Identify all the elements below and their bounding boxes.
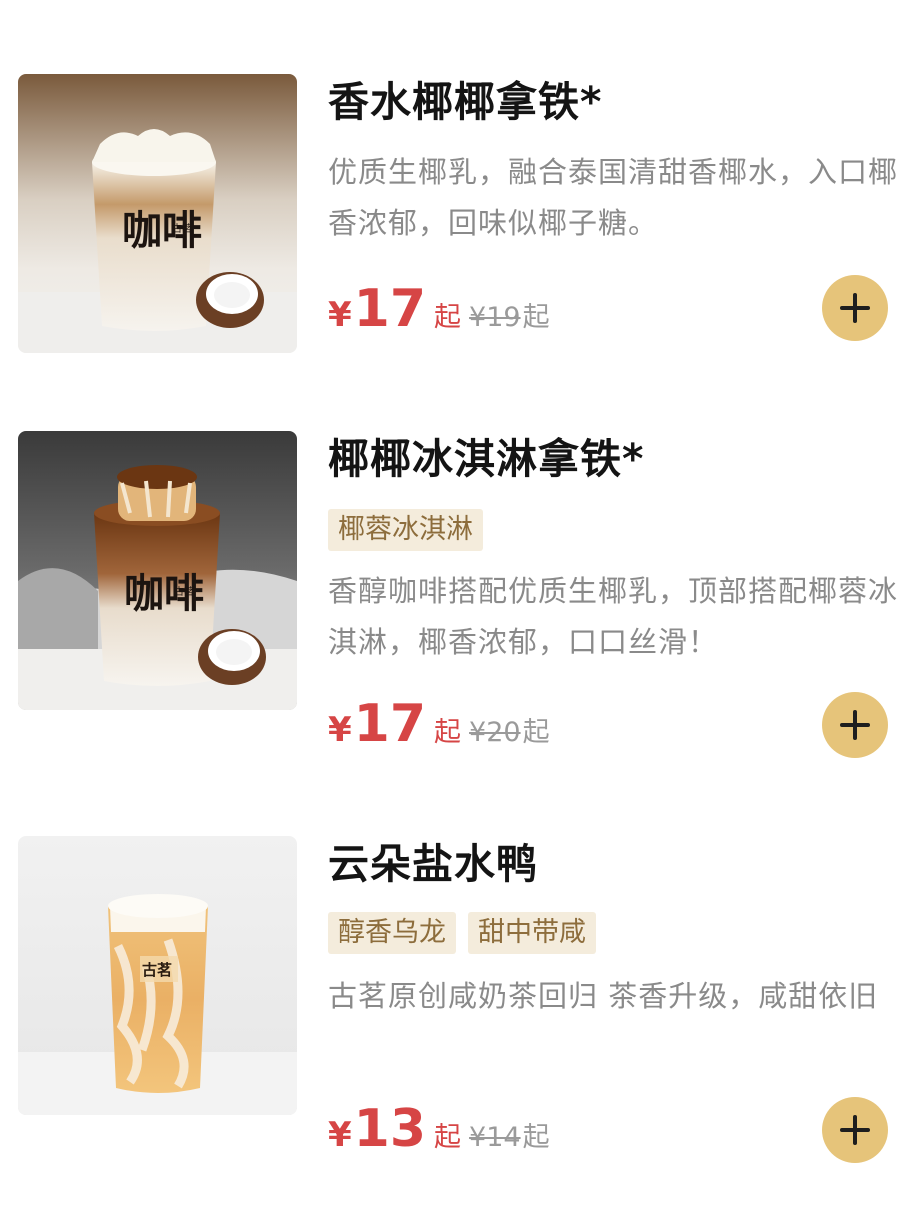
- salted-oolong-milk-tea-image: 古茗: [18, 836, 297, 1115]
- original-price-suffix: 起: [522, 302, 550, 333]
- price-row: ¥ 17 起 ¥19 起: [328, 279, 550, 339]
- cup-brand-mark: 古茗: [142, 961, 172, 979]
- price-suffix: 起: [434, 717, 462, 748]
- product-description: 优质生椰乳，融合泰国清甜香椰水，入口椰香浓郁，回味似椰子糖。: [328, 155, 899, 240]
- coconut-latte-image: 咖啡 古茗: [18, 74, 297, 353]
- current-price: 17: [353, 694, 427, 754]
- product-tag: 甜中带咸: [468, 912, 596, 954]
- product-description: 古茗原创咸奶茶回归 茶香升级，咸甜依旧: [328, 979, 879, 1013]
- original-price: ¥19: [469, 302, 521, 333]
- ice-cream-latte-image: 咖啡 古茗: [18, 431, 297, 710]
- currency-symbol: ¥: [328, 710, 352, 750]
- currency-symbol: ¥: [328, 295, 352, 335]
- current-price: 17: [353, 279, 427, 339]
- product-name: 香水椰椰拿铁*: [328, 78, 603, 126]
- original-price: ¥20: [469, 717, 521, 748]
- original-price-suffix: 起: [522, 1122, 550, 1153]
- tag-list: 椰蓉冰淇淋: [328, 509, 483, 551]
- product-name: 云朵盐水鸭: [328, 840, 538, 888]
- cup-brand-mark: 古茗: [174, 585, 194, 598]
- original-price-suffix: 起: [522, 717, 550, 748]
- price-suffix: 起: [434, 1122, 462, 1153]
- product-description: 香醇咖啡搭配优质生椰乳，顶部搭配椰蓉冰淇淋，椰香浓郁，口口丝滑！: [328, 574, 899, 659]
- product-image[interactable]: 咖啡 古茗: [18, 74, 297, 353]
- add-to-cart-button[interactable]: [822, 275, 888, 341]
- product-tag: 椰蓉冰淇淋: [328, 509, 483, 551]
- add-to-cart-button[interactable]: [822, 692, 888, 758]
- product-image[interactable]: 咖啡 古茗: [18, 431, 297, 710]
- price-suffix: 起: [434, 302, 462, 333]
- product-image[interactable]: 古茗: [18, 836, 297, 1115]
- product-name: 椰椰冰淇淋拿铁*: [328, 435, 645, 483]
- product-tag: 醇香乌龙: [328, 912, 456, 954]
- current-price: 13: [353, 1099, 427, 1159]
- cup-brand-mark: 古茗: [172, 222, 192, 235]
- price-row: ¥ 17 起 ¥20 起: [328, 694, 550, 754]
- tag-list: 醇香乌龙 甜中带咸: [328, 912, 596, 954]
- original-price: ¥14: [469, 1122, 521, 1153]
- price-row: ¥ 13 起 ¥14 起: [328, 1099, 550, 1159]
- currency-symbol: ¥: [328, 1115, 352, 1155]
- add-to-cart-button[interactable]: [822, 1097, 888, 1163]
